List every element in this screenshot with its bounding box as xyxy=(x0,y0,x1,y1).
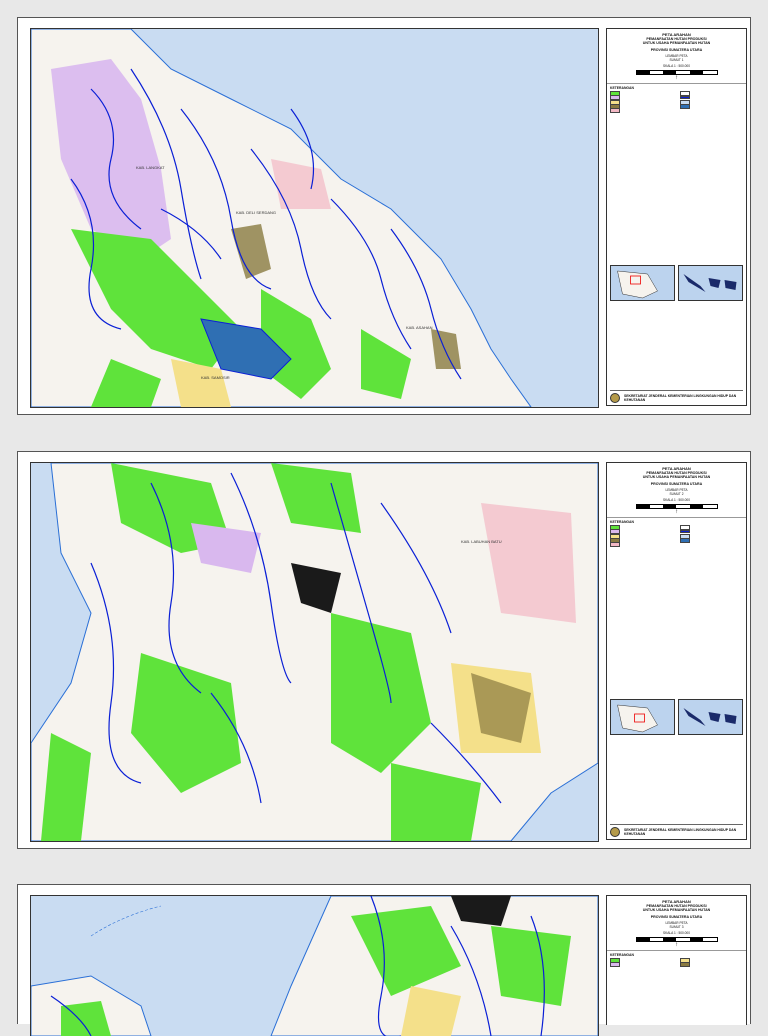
inset-province-map xyxy=(610,698,675,735)
ministry-seal-icon xyxy=(610,827,620,837)
sheet-number: SUMUT 3 xyxy=(669,925,684,930)
swatch-lilac xyxy=(610,962,620,968)
map-title: PETA ARAHAN xyxy=(662,32,691,37)
map-title: PETA ARAHAN xyxy=(662,466,691,471)
map-label: KAB. SAMOSIR xyxy=(201,375,230,380)
legend-heading: KETERANGAN xyxy=(607,517,746,525)
legend-heading: KETERANGAN xyxy=(607,83,746,91)
legend-panel-2: PETA ARAHAN PEMANFAATAN HUTAN PRODUKSI U… xyxy=(606,462,747,840)
legend-swatches xyxy=(607,525,746,548)
map-label: KAB. LANGKAT xyxy=(136,165,165,170)
north-arrow-icon: ↑ xyxy=(675,509,678,516)
map-subtitle: UNTUK USAHA PEMANFAATAN HUTAN xyxy=(642,475,711,480)
map-sheet-1: KAB. LANGKAT KAB. DELI SERDANG KAB. ASAH… xyxy=(17,17,751,415)
legend-panel-1: PETA ARAHAN PEMANFAATAN HUTAN PRODUKSI U… xyxy=(606,28,747,406)
swatch-lake xyxy=(679,103,690,109)
legend-swatches xyxy=(607,958,746,968)
swatch-lake xyxy=(679,537,690,543)
map-label: KAB. ASAHAN xyxy=(406,325,433,330)
footer: SEKRETARIAT JENDERAL KEMENTERIAN LINGKUN… xyxy=(610,390,743,403)
scale-label: SKALA 1 : 500.000 xyxy=(663,64,690,69)
province-label: PROVINSI SUMATERA UTARA xyxy=(650,481,703,486)
north-arrow-icon: ↑ xyxy=(675,75,678,82)
map-sheet-2: KAB. LABUHAN BATU PETA ARAHAN PEMANFAATA… xyxy=(17,451,751,849)
map-canvas xyxy=(31,896,598,1036)
inset-indonesia-map xyxy=(678,264,743,301)
sheet-number: SUMUT 1 xyxy=(669,58,684,63)
footer-text: SEKRETARIAT JENDERAL KEMENTERIAN LINGKUN… xyxy=(624,393,737,402)
swatch-hatch xyxy=(679,962,690,968)
ministry-seal-icon xyxy=(610,393,620,403)
map-sheet-3: PETA ARAHAN PEMANFAATAN HUTAN PRODUKSI U… xyxy=(17,884,751,1036)
map-area-2[interactable]: KAB. LABUHAN BATU xyxy=(30,462,599,842)
province-label: PROVINSI SUMATERA UTARA xyxy=(650,47,703,52)
swatch-pink xyxy=(610,108,620,114)
map-label: KAB. DELI SERDANG xyxy=(236,210,276,215)
map-area-3[interactable] xyxy=(30,895,599,1036)
province-label: PROVINSI SUMATERA UTARA xyxy=(650,914,703,919)
map-subtitle: UNTUK USAHA PEMANFAATAN HUTAN xyxy=(642,41,711,46)
map-area-1[interactable]: KAB. LANGKAT KAB. DELI SERDANG KAB. ASAH… xyxy=(30,28,599,408)
inset-indonesia-map xyxy=(678,698,743,735)
sheet-number: SUMUT 2 xyxy=(669,492,684,497)
map-canvas: KAB. LANGKAT KAB. DELI SERDANG KAB. ASAH… xyxy=(31,29,598,407)
swatch-pink xyxy=(610,542,620,548)
map-subtitle: UNTUK USAHA PEMANFAATAN HUTAN xyxy=(642,908,711,913)
inset-province-map xyxy=(610,264,675,301)
inset-maps xyxy=(607,263,746,303)
north-arrow-icon: ↑ xyxy=(675,942,678,949)
inset-maps xyxy=(607,697,746,737)
map-canvas: KAB. LABUHAN BATU xyxy=(31,463,598,841)
scale-label: SKALA 1 : 500.000 xyxy=(663,931,690,936)
legend-swatches xyxy=(607,91,746,114)
map-title: PETA ARAHAN xyxy=(662,899,691,904)
map-label: KAB. LABUHAN BATU xyxy=(461,539,502,544)
scale-label: SKALA 1 : 500.000 xyxy=(663,498,690,503)
legend-heading: KETERANGAN xyxy=(607,950,746,958)
footer: SEKRETARIAT JENDERAL KEMENTERIAN LINGKUN… xyxy=(610,824,743,837)
footer-text: SEKRETARIAT JENDERAL KEMENTERIAN LINGKUN… xyxy=(624,827,737,836)
legend-panel-3: PETA ARAHAN PEMANFAATAN HUTAN PRODUKSI U… xyxy=(606,895,747,1025)
